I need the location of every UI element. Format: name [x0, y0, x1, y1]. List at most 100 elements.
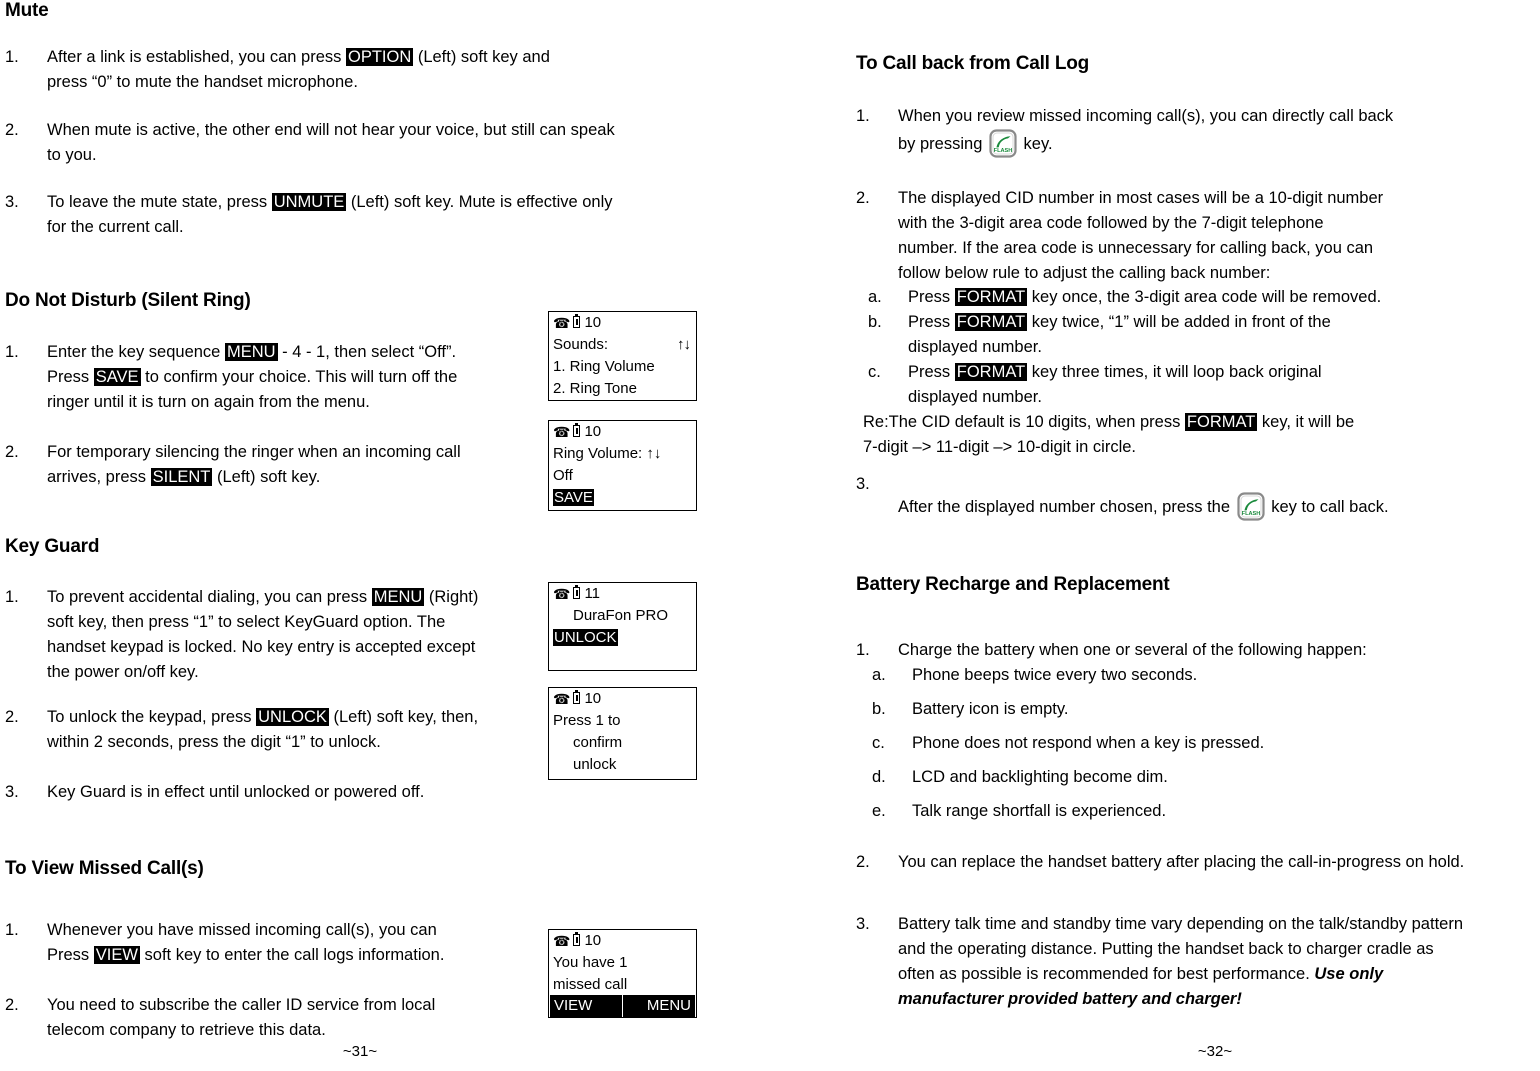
manual-page-spread: Mute 1. After a link is established, you… — [0, 0, 1540, 1071]
lcd-text-line: Off — [553, 467, 573, 484]
lcd-text-line: Ring Volume: ↑↓ — [553, 445, 662, 462]
list-subitem-letter: e. — [872, 802, 886, 820]
soft-key-label: OPTION — [345, 48, 414, 66]
lcd-status-bar: ☎ 10 — [549, 421, 696, 443]
list-item: 2. For temporary silencing the ringer wh… — [5, 440, 587, 490]
lcd-screen-ring-volume: ☎ 10 Ring Volume: ↑↓ Off SAVE — [548, 420, 697, 511]
list-item: 2. You need to subscribe the caller ID s… — [5, 993, 587, 1043]
list-item-text: The displayed CID number in most cases w… — [898, 189, 1384, 282]
right-page-column: To Call back from Call Log 1. When you r… — [840, 0, 1540, 1071]
lcd-text-line: 1. Ring Volume — [553, 358, 655, 375]
lcd-channel-number: 10 — [584, 932, 602, 949]
list-subitem-text: Press FORMAT key once, the 3-digit area … — [908, 288, 1382, 306]
soft-key-label: MENU — [224, 343, 278, 361]
lcd-text-line: 2. Ring Tone — [553, 380, 637, 397]
list-item: 1. After a link is established, you can … — [5, 45, 747, 95]
list-subitem: d. LCD and backlighting become dim. — [872, 765, 1540, 790]
soft-key-label: FORMAT — [954, 363, 1028, 381]
list-item: 3. Key Guard is in effect until unlocked… — [5, 780, 747, 805]
list-subitem-letter: a. — [872, 666, 886, 684]
list-item: 2. The displayed CID number in most case… — [856, 186, 1540, 286]
list-item-number: 1. — [856, 107, 870, 125]
list-subitem-text: Battery icon is empty. — [912, 700, 1069, 718]
list-subitem-text: Phone beeps twice every two seconds. — [912, 666, 1198, 684]
lcd-status-bar: ☎ 10 — [549, 930, 696, 952]
battery-icon — [573, 689, 581, 704]
emphasis-text: manufacturer provided battery and charge… — [898, 990, 1242, 1008]
list-item-number: 2. — [5, 121, 19, 139]
telephone-icon: ☎ — [553, 933, 571, 949]
page-number-left: ~31~ — [342, 1043, 378, 1060]
battery-icon — [573, 584, 581, 599]
soft-key-label: FORMAT — [1184, 413, 1258, 431]
list-item-number: 2. — [5, 443, 19, 461]
list-item-text: You need to subscribe the caller ID serv… — [47, 996, 436, 1039]
list-subitem-letter: c. — [872, 734, 885, 752]
list-item-number: 1. — [5, 343, 19, 361]
emphasis-text: Use only — [1314, 965, 1384, 983]
list-item: 1. Charge the battery when one or severa… — [856, 638, 1540, 663]
list-item-number: 1. — [5, 921, 19, 939]
list-item-text: Whenever you have missed incoming call(s… — [47, 921, 445, 964]
flash-key-icon: FLASH — [1236, 492, 1266, 521]
lcd-text-line: Press 1 to — [553, 712, 621, 729]
lcd-status-bar: ☎ 10 — [549, 312, 696, 334]
list-subitem: a. Phone beeps twice every two seconds. — [872, 663, 1540, 688]
soft-key-label: FORMAT — [954, 313, 1028, 331]
list-item-number: 1. — [5, 48, 19, 66]
lcd-screen-keyguard-locked: ☎ 11 DuraFon PRO UNLOCK — [548, 582, 697, 671]
section-heading-key-guard: Key Guard — [5, 536, 100, 557]
list-subitem-letter: b. — [868, 313, 882, 331]
list-item-number: 2. — [5, 996, 19, 1014]
list-item-text: When you review missed incoming call(s),… — [898, 104, 1540, 158]
list-item-text: After a link is established, you can pre… — [47, 48, 550, 91]
list-item-number: 2. — [856, 189, 870, 207]
list-subitem-letter: c. — [868, 363, 881, 381]
lcd-soft-key-right: MENU — [623, 995, 695, 1017]
list-subitem-letter: b. — [872, 700, 886, 718]
list-item-number: 3. — [5, 193, 19, 211]
battery-icon — [573, 313, 581, 328]
flash-key-icon: FLASH — [988, 129, 1018, 158]
soft-key-label: UNMUTE — [271, 193, 347, 211]
lcd-text-line: confirm — [573, 734, 623, 751]
telephone-icon: ☎ — [553, 586, 571, 602]
list-item-text: Enter the key sequence MENU - 4 - 1, the… — [47, 343, 458, 411]
list-item-number: 3. — [856, 915, 870, 933]
list-subitem-text: Talk range shortfall is experienced. — [912, 802, 1167, 820]
lcd-soft-key-left: VIEW — [550, 995, 622, 1017]
list-subitem: b. Battery icon is empty. — [872, 697, 1540, 722]
list-item-text: Battery talk time and standby time vary … — [898, 915, 1463, 1008]
section-heading-do-not-disturb: Do Not Disturb (Silent Ring) — [5, 290, 251, 311]
svg-text:FLASH: FLASH — [1241, 511, 1260, 517]
telephone-icon: ☎ — [553, 691, 571, 707]
list-item-text: To leave the mute state, press UNMUTE (L… — [47, 193, 613, 236]
list-subitem-letter: a. — [868, 288, 882, 306]
list-item: 2. You can replace the handset battery a… — [856, 850, 1540, 875]
lcd-soft-key-label: SAVE — [553, 489, 594, 506]
soft-key-label: MENU — [371, 588, 425, 606]
list-item: 1. Whenever you have missed incoming cal… — [5, 918, 587, 968]
section-heading-call-back-from-call-log: To Call back from Call Log — [856, 53, 1090, 74]
list-item-number: 3. — [5, 783, 19, 801]
svg-text:FLASH: FLASH — [994, 148, 1013, 154]
lcd-channel-number: 10 — [584, 423, 602, 440]
list-subitem-text: Press FORMAT key three times, it will lo… — [908, 363, 1322, 406]
lcd-text-line: Sounds: ↑↓ — [549, 334, 696, 356]
lcd-channel-number: 10 — [584, 314, 602, 331]
list-subitem: a. Press FORMAT key once, the 3-digit ar… — [868, 285, 1540, 310]
lcd-text-line: SAVE — [549, 487, 696, 509]
battery-icon — [573, 931, 581, 946]
list-item-text: You can replace the handset battery afte… — [898, 853, 1465, 871]
lcd-text-line: You have 1 — [553, 954, 628, 971]
list-item: 1. To prevent accidental dialing, you ca… — [5, 585, 587, 685]
section-heading-battery-recharge: Battery Recharge and Replacement — [856, 574, 1170, 595]
list-subitem-text: Phone does not respond when a key is pre… — [912, 734, 1265, 752]
lcd-channel-number: 10 — [584, 690, 602, 707]
battery-icon — [573, 422, 581, 437]
list-item-number: 2. — [5, 708, 19, 726]
soft-key-label: SILENT — [150, 468, 213, 486]
list-item: 2. To unlock the keypad, press UNLOCK (L… — [5, 705, 587, 755]
list-subitem: c. Phone does not respond when a key is … — [872, 731, 1540, 756]
lcd-screen-missed-call: ☎ 10 You have 1 missed call VIEW MENU — [548, 929, 697, 1018]
